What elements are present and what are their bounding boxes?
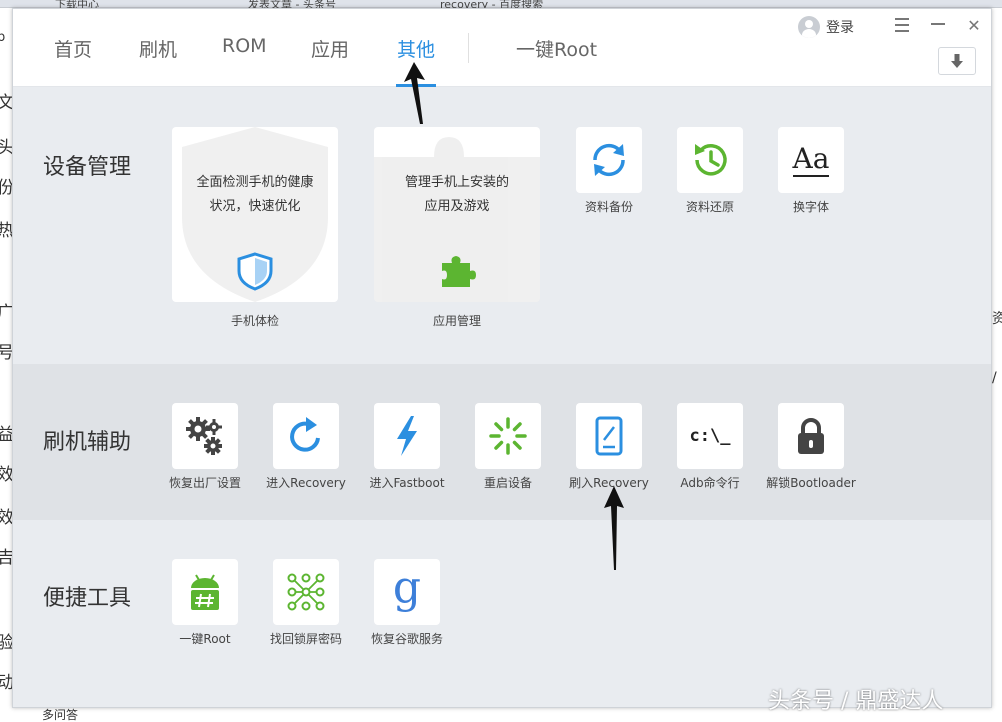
change-font-tile[interactable]: Aa bbox=[778, 127, 844, 193]
pattern-lock-icon bbox=[287, 573, 325, 611]
tile-label: 找回锁屏密码 bbox=[269, 632, 342, 646]
sync-icon bbox=[593, 143, 625, 177]
backup-data-tile[interactable] bbox=[576, 127, 642, 193]
tile-label: 资料备份 bbox=[584, 200, 633, 214]
phone-checkup-card[interactable]: 全面检测手机的健康 状况，快速优化 bbox=[172, 127, 338, 302]
enter-recovery-tile[interactable] bbox=[273, 403, 339, 469]
restore-google-services-tile[interactable]: g bbox=[374, 559, 440, 625]
flash-assist-section: 刷机辅助 恢复出厂设置 进入Recovery 进入Fastboot 重启设备 刷… bbox=[13, 364, 991, 520]
restore-data-tile[interactable] bbox=[677, 127, 743, 193]
avatar-icon bbox=[798, 16, 820, 38]
tile-label: 资料还原 bbox=[685, 200, 734, 214]
login-label: 登录 bbox=[826, 20, 854, 36]
browser-tab-strip: 下载中心 发表文章 - 头条号 recovery - 百度搜索 bbox=[0, 0, 1002, 11]
card-label: 手机体检 bbox=[230, 314, 279, 328]
lock-icon bbox=[798, 418, 824, 454]
tile-label: 恢复谷歌服务 bbox=[370, 632, 443, 646]
tile-label: 进入Fastboot bbox=[369, 476, 445, 490]
login-button[interactable]: 登录 bbox=[798, 15, 854, 39]
refresh-icon bbox=[290, 417, 320, 452]
section-title: 便捷工具 bbox=[43, 586, 132, 611]
convenient-tools-section: 便捷工具 一键Root 找回锁屏密码 g 恢复谷歌服务 bbox=[13, 520, 991, 707]
nav-one-click-root[interactable]: 一键Root bbox=[516, 35, 597, 62]
tablet-edit-icon bbox=[595, 416, 623, 456]
one-click-root-tile[interactable] bbox=[172, 559, 238, 625]
gears-icon bbox=[186, 417, 222, 455]
lightning-icon bbox=[397, 416, 417, 456]
annotation-arrow-up-icon bbox=[404, 62, 425, 124]
adb-command-tile[interactable]: c:\_ bbox=[677, 403, 743, 469]
card-description: 全面检测手机的健康 状况，快速优化 bbox=[196, 175, 314, 214]
app-management-card[interactable]: 管理手机上安装的 应用及游戏 bbox=[374, 127, 540, 302]
nav-tab-apps[interactable]: 应用 bbox=[311, 35, 349, 62]
minimize-icon[interactable] bbox=[926, 13, 950, 37]
card-description: 管理手机上安装的 应用及游戏 bbox=[404, 175, 509, 214]
browser-page-left-fragment: p 文 头 份 热 广 号 益 效 效 吉 验 动 bbox=[0, 8, 12, 722]
nav-tab-rom[interactable]: ROM bbox=[222, 35, 267, 57]
section-title: 刷机辅助 bbox=[43, 430, 132, 455]
factory-reset-tile[interactable] bbox=[172, 403, 238, 469]
tile-label: 解锁Bootloader bbox=[766, 476, 856, 490]
nav-tab-home[interactable]: 首页 bbox=[54, 35, 92, 62]
download-button[interactable] bbox=[938, 47, 976, 75]
tile-label: 换字体 bbox=[792, 200, 829, 214]
nav-tab-flash[interactable]: 刷机 bbox=[139, 35, 177, 62]
google-icon: g bbox=[392, 562, 422, 613]
annotation-arrow-up-icon bbox=[604, 486, 624, 570]
unlock-bootloader-tile[interactable] bbox=[778, 403, 844, 469]
tile-label: 一键Root bbox=[179, 632, 231, 646]
flash-recovery-tile[interactable] bbox=[576, 403, 642, 469]
section-title: 设备管理 bbox=[43, 155, 132, 180]
nav-tab-other[interactable]: 其他 bbox=[397, 35, 435, 62]
card-label: 应用管理 bbox=[432, 314, 481, 328]
terminal-icon: c:\_ bbox=[689, 426, 731, 446]
browser-page-right-fragment: 资 / bbox=[992, 8, 1002, 722]
top-navigation-bar: 首页 刷机 ROM 应用 其他 一键Root 登录 ✕ bbox=[13, 9, 991, 87]
menu-icon[interactable] bbox=[890, 13, 914, 37]
close-icon[interactable]: ✕ bbox=[962, 13, 986, 37]
tile-label: 恢复出厂设置 bbox=[168, 476, 241, 490]
enter-fastboot-tile[interactable] bbox=[374, 403, 440, 469]
android-root-icon bbox=[191, 574, 219, 610]
history-icon bbox=[695, 144, 727, 176]
font-icon: Aa bbox=[792, 142, 830, 177]
recover-lock-password-tile[interactable] bbox=[273, 559, 339, 625]
download-arrow-icon bbox=[951, 54, 963, 68]
tile-label: Adb命令行 bbox=[680, 476, 740, 490]
device-management-section: 设备管理 全面检测手机的健康 状况，快速优化 手机体检 管理手机上安装的 应用及… bbox=[13, 88, 991, 364]
tile-label: 重启设备 bbox=[483, 476, 532, 490]
watermark-text: 头条号 / 鼎盛达人 bbox=[768, 689, 944, 714]
reboot-device-tile[interactable] bbox=[475, 403, 541, 469]
shield-icon bbox=[237, 252, 273, 291]
puzzle-icon bbox=[442, 256, 476, 287]
tile-label: 进入Recovery bbox=[266, 476, 346, 490]
nav-divider bbox=[468, 33, 469, 63]
loading-icon bbox=[489, 417, 527, 455]
app-window: 首页 刷机 ROM 应用 其他 一键Root 登录 ✕ 设备管理 全面检测手机的… bbox=[12, 8, 992, 708]
